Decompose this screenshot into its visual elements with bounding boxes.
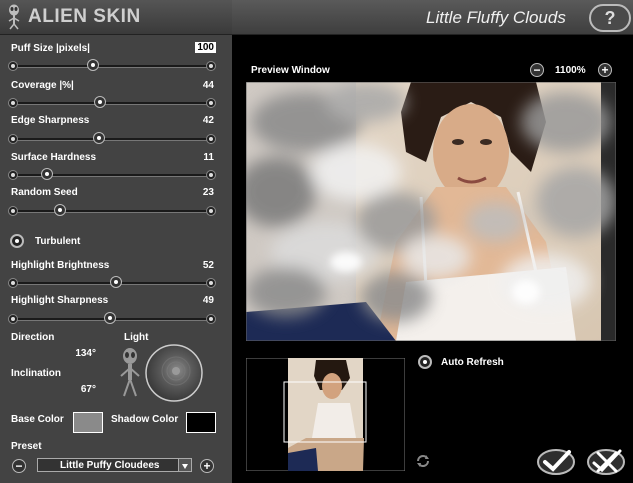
- coverage-value[interactable]: 44: [180, 80, 214, 91]
- puff-size-value[interactable]: 100: [180, 42, 216, 53]
- cancel-x-button[interactable]: [586, 448, 626, 476]
- alien-logo-icon: [8, 4, 20, 30]
- preview-window-title: Preview Window: [251, 65, 330, 76]
- slider-thumb[interactable]: [94, 96, 107, 108]
- preset-selected: Little Puffy Cloudees: [60, 460, 160, 471]
- base-color-label: Base Color: [11, 414, 64, 425]
- ok-checkmark-button[interactable]: [536, 448, 576, 476]
- zoom-in-button[interactable]: +: [598, 63, 612, 77]
- title-bar: ALIEN SKIN Little Fluffy Clouds ?: [0, 0, 633, 35]
- preset-label: Preset: [11, 441, 42, 452]
- slider-thumb[interactable]: [40, 168, 53, 180]
- random-seed-value[interactable]: 23: [180, 187, 214, 198]
- slider-thumb[interactable]: [92, 132, 105, 144]
- direction-label: Direction: [11, 332, 55, 343]
- direction-value[interactable]: 134°: [60, 348, 96, 359]
- auto-refresh-label: Auto Refresh: [441, 357, 504, 368]
- slider-thumb[interactable]: [86, 59, 99, 71]
- preset-remove-button[interactable]: −: [12, 459, 26, 473]
- highlight-brightness-value[interactable]: 52: [180, 260, 214, 271]
- slider-thumb[interactable]: [109, 276, 122, 288]
- zoom-level: 1100%: [555, 65, 586, 76]
- turbulent-radio[interactable]: [10, 234, 24, 248]
- auto-refresh-radio[interactable]: [418, 355, 432, 369]
- settings-panel: Puff Size |pixels| 100 Coverage |%| 44 E…: [0, 35, 232, 483]
- edge-sharpness-label: Edge Sharpness: [11, 115, 90, 126]
- random-seed-label: Random Seed: [11, 187, 78, 198]
- light-direction-sphere[interactable]: [143, 342, 205, 404]
- inclination-value[interactable]: 67°: [60, 384, 96, 395]
- preview-area: Preview Window − 1100% + Auto Refresh: [232, 35, 633, 483]
- help-button[interactable]: ?: [589, 4, 631, 32]
- highlight-sharpness-label: Highlight Sharpness: [11, 295, 109, 306]
- alien-figure-icon: [120, 348, 140, 397]
- preset-dropdown[interactable]: Little Puffy Cloudees: [37, 458, 192, 472]
- highlight-sharpness-value[interactable]: 49: [180, 295, 214, 306]
- surface-hardness-label: Surface Hardness: [11, 152, 97, 163]
- highlight-brightness-label: Highlight Brightness: [11, 260, 110, 271]
- puff-size-label: Puff Size |pixels|: [11, 43, 90, 54]
- refresh-icon[interactable]: [415, 453, 431, 469]
- highlight-brightness-slider[interactable]: [8, 276, 216, 289]
- preview-image[interactable]: [246, 82, 616, 341]
- surface-hardness-value[interactable]: 11: [180, 152, 214, 163]
- shadow-color-swatch[interactable]: [186, 412, 216, 433]
- edge-sharpness-slider[interactable]: [8, 132, 216, 145]
- brand-name: ALIEN SKIN: [28, 6, 141, 27]
- shadow-color-label: Shadow Color: [111, 414, 179, 425]
- turbulent-label: Turbulent: [35, 236, 81, 247]
- slider-thumb[interactable]: [54, 204, 67, 216]
- coverage-slider[interactable]: [8, 96, 216, 109]
- navigator-thumbnail[interactable]: [246, 358, 405, 471]
- base-color-swatch[interactable]: [73, 412, 103, 433]
- coverage-label: Coverage |%|: [11, 80, 74, 91]
- inclination-label: Inclination: [11, 368, 61, 379]
- zoom-out-button[interactable]: −: [530, 63, 544, 77]
- brand-area: ALIEN SKIN: [0, 0, 232, 34]
- slider-thumb[interactable]: [104, 312, 117, 324]
- puff-size-slider[interactable]: [8, 59, 216, 72]
- random-seed-slider[interactable]: [8, 204, 216, 217]
- highlight-sharpness-slider[interactable]: [8, 312, 216, 325]
- edge-sharpness-value[interactable]: 42: [180, 115, 214, 126]
- preset-add-button[interactable]: +: [200, 459, 214, 473]
- surface-hardness-slider[interactable]: [8, 168, 216, 181]
- chevron-down-icon[interactable]: [178, 459, 191, 471]
- filter-title: Little Fluffy Clouds: [426, 8, 566, 27]
